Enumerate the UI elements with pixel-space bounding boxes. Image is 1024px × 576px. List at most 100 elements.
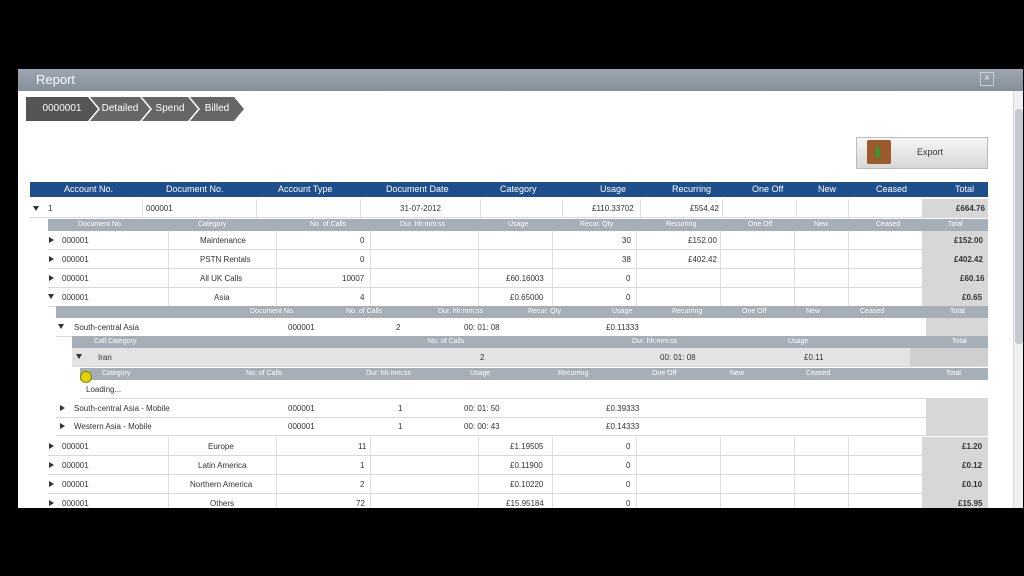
account-no: 1 [48,204,53,213]
account-recurring: £554.42 [690,204,719,213]
loading-row: Loading... [80,380,988,399]
col-category[interactable]: Category [500,184,537,194]
sub-col-duration: Dur. hh:mm:ss [400,221,446,228]
breadcrumb-spend[interactable]: Spend [142,97,198,121]
row-usage: £60.16003 [506,274,544,283]
col-new[interactable]: New [818,184,836,194]
close-button[interactable]: × [980,72,994,86]
col-ceased[interactable]: Ceased [876,184,907,194]
row-qty: 0 [626,293,631,302]
cc-col-calls: No. of Calls [428,338,465,345]
table-row[interactable]: Iran 2 00: 01: 08 £0.11 [72,348,988,367]
col-document-date[interactable]: Document Date [386,184,449,194]
row-calls: 10007 [342,274,365,283]
table-row[interactable]: 000001 Asia 4 £0.65000 0 £0.65 [48,288,988,307]
row-usage: £0.11900 [510,461,543,470]
export-icon: ⬇ [867,140,891,164]
expand-icon[interactable] [49,481,54,487]
expand-icon[interactable] [60,405,65,411]
row-usage: £0.65000 [510,293,544,302]
col-account-type[interactable]: Account Type [278,184,332,194]
row-calls: 11 [358,442,367,451]
dt-col-new: New [730,370,745,377]
col-recurring[interactable]: Recurring [672,184,711,194]
row-usage: £0.11 [804,353,824,362]
expand-icon[interactable] [49,500,54,506]
row-qty: 38 [622,255,631,264]
row-category: Northern America [190,480,253,489]
row-category: Asia [214,293,230,302]
table-row[interactable]: 000001 All UK Calls 10007 £60.16003 0 £6… [48,269,988,288]
row-doc: 000001 [62,255,89,264]
sub-col-recur-qty: Recur. Qty [580,221,614,228]
table-row[interactable]: 000001 Maintenance 0 30 £152.00 £152.00 [48,231,988,250]
table-row[interactable]: South-central Asia 000001 2 00: 01: 08 £… [56,318,988,337]
row-recurring: £152.00 [688,236,717,245]
expand-icon[interactable] [49,237,54,243]
account-row[interactable]: 1 000001 31-07-2012 £110.33702 £554.42 £… [30,199,988,218]
col-account-no[interactable]: Account No. [64,184,113,194]
row-usage: £0.11333 [606,323,639,332]
table-row[interactable]: Western Asia - Mobile 000001 1 00: 00: 4… [56,417,988,436]
col-total[interactable]: Total [955,184,974,194]
sub-col-category: Category [198,221,227,228]
document-subheader: Document No. Category No. of Calls Dur. … [48,219,988,231]
table-row[interactable]: 000001 Others 72 £15.95184 0 £15.95 [48,494,988,508]
col-usage[interactable]: Usage [600,184,626,194]
row-doc: 000001 [62,499,89,508]
row-calls: 1 [398,404,403,413]
table-row[interactable]: 000001 Latin America 1 £0.11900 0 £0.12 [48,456,988,475]
row-calls: 2 [480,353,485,362]
report-window: Report × 0000001 Detailed Spend Billed ⬇… [18,69,1023,508]
collapse-icon[interactable] [58,324,64,329]
asia-col-recur-qty: Recur. Qty [528,308,562,315]
collapse-icon[interactable] [33,206,39,211]
row-usage: £0.14333 [606,422,640,431]
sub-col-usage: Usage [508,221,529,228]
dt-col-duration: Dur. hh:mm:ss [366,370,412,377]
table-row[interactable]: 000001 Northern America 2 £0.10220 0 £0.… [48,475,988,494]
table-row[interactable]: 000001 PSTN Rentals 0 38 £402.42 £402.42 [48,250,988,269]
breadcrumb-account[interactable]: 0000001 [26,97,98,121]
sub-col-one-off: One Off [748,221,773,228]
asia-col-ceased: Ceased [860,308,885,315]
expand-icon[interactable] [49,275,54,281]
dt-col-category: Category [102,370,131,377]
expand-icon[interactable] [60,423,65,429]
col-one-off[interactable]: One Off [752,184,783,194]
col-document-no[interactable]: Document No. [166,184,224,194]
asia-col-duration: Dur. hh:mm:ss [438,308,484,315]
asia-col-one-off: One Off [742,308,767,315]
collapse-icon[interactable] [76,354,82,359]
export-button[interactable]: ⬇ Export [856,137,988,169]
vertical-scrollbar[interactable] [1013,91,1023,508]
sub-col-ceased: Ceased [876,221,901,228]
scrollbar-thumb[interactable] [1015,109,1023,344]
sub-col-total: Total [948,221,963,228]
breadcrumb-detailed[interactable]: Detailed [90,97,150,121]
collapse-icon[interactable] [48,294,54,299]
row-qty: 0 [626,480,631,489]
account-total: £664.76 [956,204,985,213]
row-category: PSTN Rentals [200,255,251,264]
breadcrumb-billed[interactable]: Billed [190,97,244,121]
table-row[interactable]: 000001 Europe 11 £1.19505 0 £1.20 [48,437,988,456]
row-doc: 000001 [62,442,89,451]
expand-icon[interactable] [49,443,54,449]
account-usage: £110.33702 [592,204,634,213]
row-calls: 4 [360,293,365,302]
asia-col-document-no: Document No. [250,308,295,315]
expand-icon[interactable] [49,462,54,468]
row-calls: 72 [356,499,365,508]
row-total: £0.10 [962,480,983,489]
asia-col-usage: Usage [612,308,633,315]
window-title: Report [36,72,76,87]
row-usage: £1.19505 [510,442,544,451]
table-row[interactable]: South-central Asia - Mobile 000001 1 00:… [56,399,988,418]
row-category: All UK Calls [200,274,243,283]
dt-col-usage: Usage [470,370,491,377]
row-usage: £0.10220 [510,480,544,489]
dt-col-ceased: Ceased [806,370,831,377]
row-total: £1.20 [962,442,983,451]
expand-icon[interactable] [49,256,54,262]
